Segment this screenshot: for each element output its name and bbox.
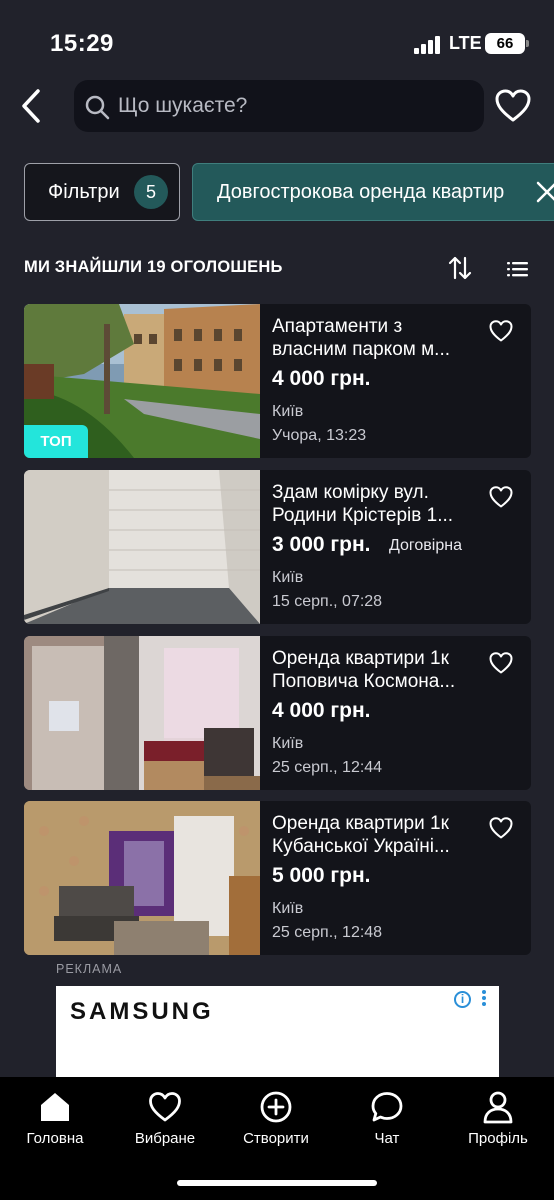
- heart-icon[interactable]: [488, 318, 514, 344]
- heart-icon[interactable]: [488, 815, 514, 841]
- listing-price: 3 000 грн.: [272, 533, 371, 556]
- ad-brand-logo: SAMSUNG: [70, 998, 214, 1025]
- chat-icon: [371, 1092, 403, 1122]
- list-view-icon: [507, 262, 528, 277]
- top-badge: ТОП: [24, 425, 88, 458]
- listing-city: Київ: [272, 403, 304, 420]
- listing-title-line2: Кубанської Україні...: [272, 836, 450, 857]
- filters-count-badge: 5: [134, 175, 168, 209]
- active-filter-label: Довгострокова оренда квартир: [217, 181, 505, 203]
- tab-label: Головна: [26, 1130, 84, 1147]
- listing-date: 15 серп., 07:28: [272, 593, 383, 610]
- listing-title-line1: Оренда квартири 1к: [272, 813, 449, 834]
- negotiable-label: Договірна: [389, 537, 462, 554]
- results-count-title: МИ ЗНАЙШЛИ 19 ОГОЛОШЕНЬ: [24, 258, 283, 276]
- listing-city: Київ: [272, 569, 304, 586]
- search-placeholder: Що шукаєте?: [118, 94, 248, 117]
- close-icon[interactable]: [535, 180, 554, 204]
- listing-card[interactable]: ТОП Апартаменти з власним парком м... 4 …: [24, 304, 531, 458]
- view-mode-button[interactable]: [505, 256, 531, 282]
- tab-label: Створити: [243, 1130, 309, 1147]
- home-icon: [41, 1093, 69, 1121]
- listing-title-line1: Апартаменти з: [272, 316, 403, 337]
- back-button[interactable]: [14, 86, 50, 126]
- tab-home[interactable]: Головна: [0, 1077, 110, 1167]
- filters-button[interactable]: Фільтри 5: [24, 163, 180, 221]
- network-type: LTE: [449, 33, 482, 53]
- listing-title-line2: Поповича Космона...: [272, 671, 456, 692]
- listing-title-line2: Родини Крістерів 1...: [272, 505, 454, 526]
- listing-title-line1: Здам комірку вул.: [272, 482, 429, 503]
- home-indicator: [177, 1180, 377, 1186]
- listing-price: 5 000 грн.: [272, 864, 371, 887]
- sort-icon: [448, 256, 472, 280]
- listing-card[interactable]: Оренда квартири 1к Кубанської Україні...…: [24, 801, 531, 955]
- filters-label: Фільтри: [48, 181, 120, 203]
- tab-label: Профіль: [468, 1130, 528, 1147]
- more-options-icon[interactable]: [481, 990, 487, 1010]
- tab-favorites[interactable]: Вибране: [110, 1077, 220, 1167]
- heart-icon[interactable]: [488, 650, 514, 676]
- tab-label: Вибране: [134, 1130, 196, 1147]
- status-bar: 15:29 LTE 66: [0, 0, 554, 80]
- heart-icon[interactable]: [488, 484, 514, 510]
- listing-title: Апартаменти з власним парком м...: [272, 315, 472, 361]
- listing-photo: [24, 470, 260, 624]
- search-input[interactable]: Що шукаєте?: [74, 80, 484, 132]
- listing-price: 4 000 грн.: [272, 367, 371, 390]
- profile-icon: [483, 1091, 513, 1124]
- listing-title: Оренда квартири 1к Поповича Космона...: [272, 647, 472, 693]
- status-time: 15:29: [50, 30, 114, 57]
- ad-label: РЕКЛАМА: [56, 962, 123, 976]
- listing-card[interactable]: Здам комірку вул. Родини Крістерів 1... …: [24, 470, 531, 624]
- listing-title-line1: Оренда квартири 1к: [272, 648, 449, 669]
- ad-info-icon[interactable]: i: [454, 991, 471, 1008]
- listing-price: 4 000 грн.: [272, 699, 371, 722]
- tab-profile[interactable]: Профіль: [443, 1077, 553, 1167]
- listing-city: Київ: [272, 900, 304, 917]
- tab-create[interactable]: Створити: [221, 1077, 331, 1167]
- plus-circle-icon: [260, 1091, 292, 1123]
- tab-label: Чат: [374, 1130, 400, 1147]
- listing-date: 25 серп., 12:48: [272, 924, 383, 941]
- chevron-left-icon: [22, 89, 40, 123]
- favorite-search-button[interactable]: [493, 86, 533, 126]
- sort-button[interactable]: [446, 254, 474, 282]
- listing-city: Київ: [272, 735, 304, 752]
- heart-icon: [149, 1092, 181, 1122]
- listing-photo: [24, 636, 260, 790]
- listing-title: Здам комірку вул. Родини Крістерів 1...: [272, 481, 472, 527]
- signal-icon: [414, 36, 444, 54]
- battery-icon: 66: [485, 33, 529, 54]
- listing-title: Оренда квартири 1к Кубанської Україні...: [272, 812, 472, 858]
- active-filter-chip[interactable]: Довгострокова оренда квартир: [192, 163, 554, 221]
- listing-card[interactable]: Оренда квартири 1к Поповича Космона... 4…: [24, 636, 531, 790]
- listing-date: 25 серп., 12:44: [272, 759, 383, 776]
- listing-photo: [24, 801, 260, 955]
- listing-title-line2: власним парком м...: [272, 339, 451, 360]
- heart-icon: [495, 89, 531, 122]
- search-icon: [85, 95, 110, 120]
- listing-date: Учора, 13:23: [272, 427, 367, 444]
- tab-chat[interactable]: Чат: [332, 1077, 442, 1167]
- ad-banner[interactable]: SAMSUNG i: [56, 986, 499, 1086]
